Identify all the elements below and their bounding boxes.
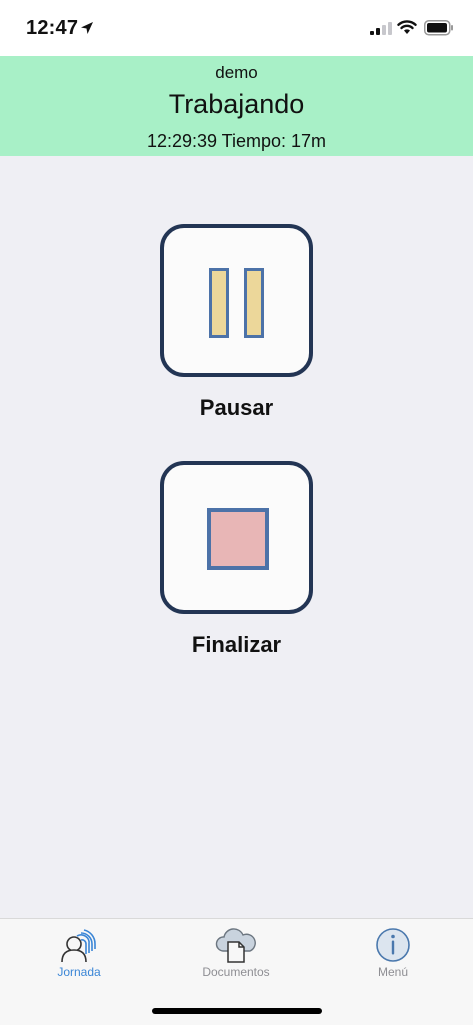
work-status-header: demo Trabajando 12:29:39 Tiempo: 17m xyxy=(0,56,473,156)
pause-icon-bar-left xyxy=(209,268,229,338)
start-time-and-duration: 12:29:39 Tiempo: 17m xyxy=(146,131,327,151)
tab-documentos-label: Documentos xyxy=(202,965,270,979)
location-arrow-icon xyxy=(81,22,93,34)
pause-button[interactable] xyxy=(160,224,313,377)
tab-documentos[interactable]: Documentos xyxy=(176,927,296,979)
fingerprint-user-icon xyxy=(61,929,96,963)
pause-label[interactable]: Pausar xyxy=(0,395,473,421)
info-icon xyxy=(376,928,410,962)
status-bar: 12:47 xyxy=(0,0,473,56)
finish-button[interactable] xyxy=(160,461,313,614)
finish-label[interactable]: Finalizar xyxy=(0,632,473,658)
status-time: 12:47 xyxy=(26,17,79,39)
work-state: Trabajando xyxy=(168,89,305,119)
stop-icon xyxy=(207,508,269,570)
wifi-icon xyxy=(397,20,417,34)
battery-icon xyxy=(424,20,453,36)
tab-jornada[interactable]: Jornada xyxy=(19,927,139,979)
tab-menu[interactable]: Menú xyxy=(333,927,453,979)
user-name: demo xyxy=(215,63,258,82)
cloud-document-icon xyxy=(215,928,256,963)
tab-jornada-label: Jornada xyxy=(57,965,101,979)
tab-menu-label: Menú xyxy=(377,965,409,979)
pause-icon-bar-right xyxy=(244,268,264,338)
cellular-signal-icon xyxy=(370,22,392,35)
home-indicator xyxy=(152,1008,322,1014)
